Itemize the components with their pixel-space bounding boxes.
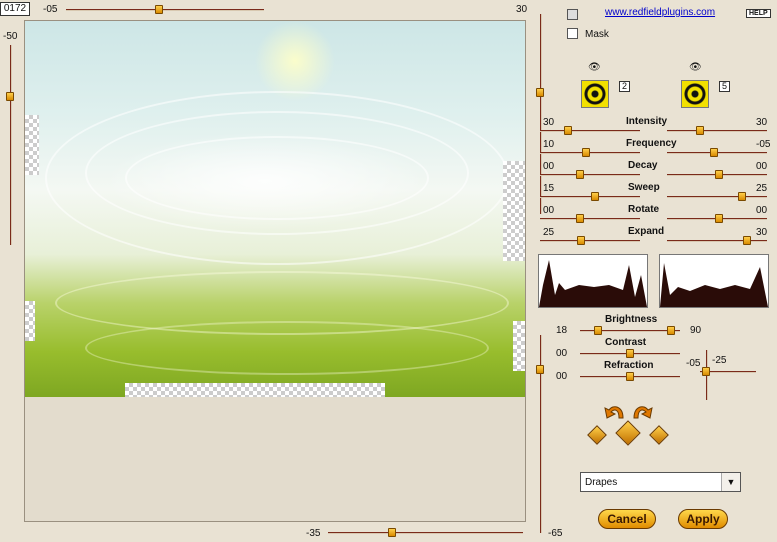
reset-checkbox[interactable] [567, 9, 578, 20]
top-slider-knob[interactable] [155, 5, 163, 14]
param-label: Intensity [626, 116, 668, 127]
param-right-value: 00 [756, 205, 768, 216]
right-waveform-graph [659, 254, 769, 308]
param-left-track[interactable] [540, 240, 640, 242]
preset-selected-value: Drapes [585, 477, 618, 488]
param-right-track[interactable] [667, 130, 767, 132]
left-waveform-graph [538, 254, 648, 308]
help-button[interactable]: HELP [746, 9, 771, 18]
extra-knob[interactable] [702, 367, 710, 376]
param-left-track[interactable] [540, 152, 640, 154]
extra-value-b: -25 [712, 355, 727, 366]
left-slider-track[interactable] [10, 45, 12, 245]
left-slider-knob[interactable] [6, 92, 14, 101]
contrast-label: Contrast [605, 337, 647, 348]
preview-area[interactable] [24, 20, 526, 522]
website-link[interactable]: www.redfieldplugins.com [605, 7, 715, 18]
left-slider-value: -50 [3, 31, 18, 42]
bottom-right-value: -65 [548, 528, 563, 539]
chevron-down-icon[interactable]: ▼ [721, 473, 740, 491]
param-right-track[interactable] [667, 240, 767, 242]
param-right-knob[interactable] [743, 236, 751, 245]
refraction-knob[interactable] [626, 372, 634, 381]
param-right-knob[interactable] [714, 170, 723, 179]
top-slider-track[interactable] [66, 9, 264, 11]
param-left-knob[interactable] [576, 214, 584, 223]
param-right-track[interactable] [667, 196, 767, 198]
param-left-track[interactable] [540, 174, 640, 176]
param-left-value: 00 [543, 205, 555, 216]
mid-vertical-track[interactable] [540, 14, 542, 214]
frame-counter: 0172 [0, 2, 30, 16]
param-right-value: 30 [756, 227, 768, 238]
apply-button[interactable]: Apply [678, 509, 728, 529]
param-left-knob[interactable] [591, 192, 599, 201]
left-pattern-number[interactable]: 2 [619, 81, 630, 92]
left-pattern-thumbnail[interactable] [581, 80, 609, 108]
param-left-track[interactable] [540, 218, 640, 220]
param-label: Rotate [628, 204, 660, 215]
extra-value-a: -05 [686, 358, 701, 369]
contrast-value: 00 [556, 348, 568, 359]
param-left-track[interactable] [540, 130, 640, 132]
bottom-slider-knob[interactable] [388, 528, 396, 537]
brightness-label: Brightness [605, 314, 658, 325]
param-right-value: 30 [756, 117, 768, 128]
param-label: Frequency [626, 138, 677, 149]
contrast-knob[interactable] [626, 349, 634, 358]
param-left-knob[interactable] [564, 126, 572, 135]
undo-arrow-icon[interactable] [603, 400, 627, 420]
param-left-value: 00 [543, 161, 555, 172]
bottom-slider-track[interactable] [328, 532, 523, 534]
brightness-high-knob[interactable] [667, 326, 675, 335]
random-left-dice-icon[interactable] [587, 425, 607, 445]
redo-arrow-icon[interactable] [630, 400, 654, 420]
top-left-value: -05 [43, 4, 58, 15]
brightness-high-value: 90 [690, 325, 702, 336]
lower-vertical-knob[interactable] [536, 365, 544, 374]
param-right-knob[interactable] [695, 126, 704, 135]
refraction-value: 00 [556, 371, 568, 382]
param-left-track[interactable] [540, 196, 640, 198]
cancel-button[interactable]: Cancel [598, 509, 656, 529]
refraction-label: Refraction [604, 360, 654, 371]
param-left-knob[interactable] [576, 170, 584, 179]
param-left-value: 25 [543, 227, 555, 238]
right-pattern-thumbnail[interactable] [681, 80, 709, 108]
param-right-knob[interactable] [738, 192, 747, 201]
preset-select[interactable]: Drapes ▼ [580, 472, 741, 492]
param-left-value: 15 [543, 183, 555, 194]
param-label: Expand [628, 226, 665, 237]
top-right-value: 30 [516, 4, 528, 15]
param-left-knob[interactable] [577, 236, 586, 245]
eye-icon[interactable]: 👁 [689, 62, 702, 73]
mask-checkbox[interactable] [567, 28, 578, 39]
right-pattern-number[interactable]: 5 [719, 81, 730, 92]
bottom-left-value: -35 [306, 528, 321, 539]
brightness-low-value: 18 [556, 325, 568, 336]
param-label: Sweep [628, 182, 660, 193]
brightness-low-knob[interactable] [594, 326, 602, 335]
param-right-value: 25 [756, 183, 768, 194]
random-all-dice-icon[interactable] [615, 420, 641, 446]
param-left-knob[interactable] [582, 148, 590, 157]
eye-icon[interactable]: 👁 [588, 62, 601, 73]
mid-vertical-knob[interactable] [536, 88, 544, 97]
param-left-value: 30 [543, 117, 555, 128]
mask-label: Mask [585, 29, 609, 40]
param-right-knob[interactable] [714, 214, 723, 223]
param-right-value: 00 [756, 161, 768, 172]
random-right-dice-icon[interactable] [649, 425, 669, 445]
param-label: Decay [628, 160, 658, 171]
param-right-value: -05 [756, 139, 771, 150]
param-left-value: 10 [543, 139, 555, 150]
param-right-knob[interactable] [709, 148, 718, 157]
preview-image [25, 21, 525, 397]
